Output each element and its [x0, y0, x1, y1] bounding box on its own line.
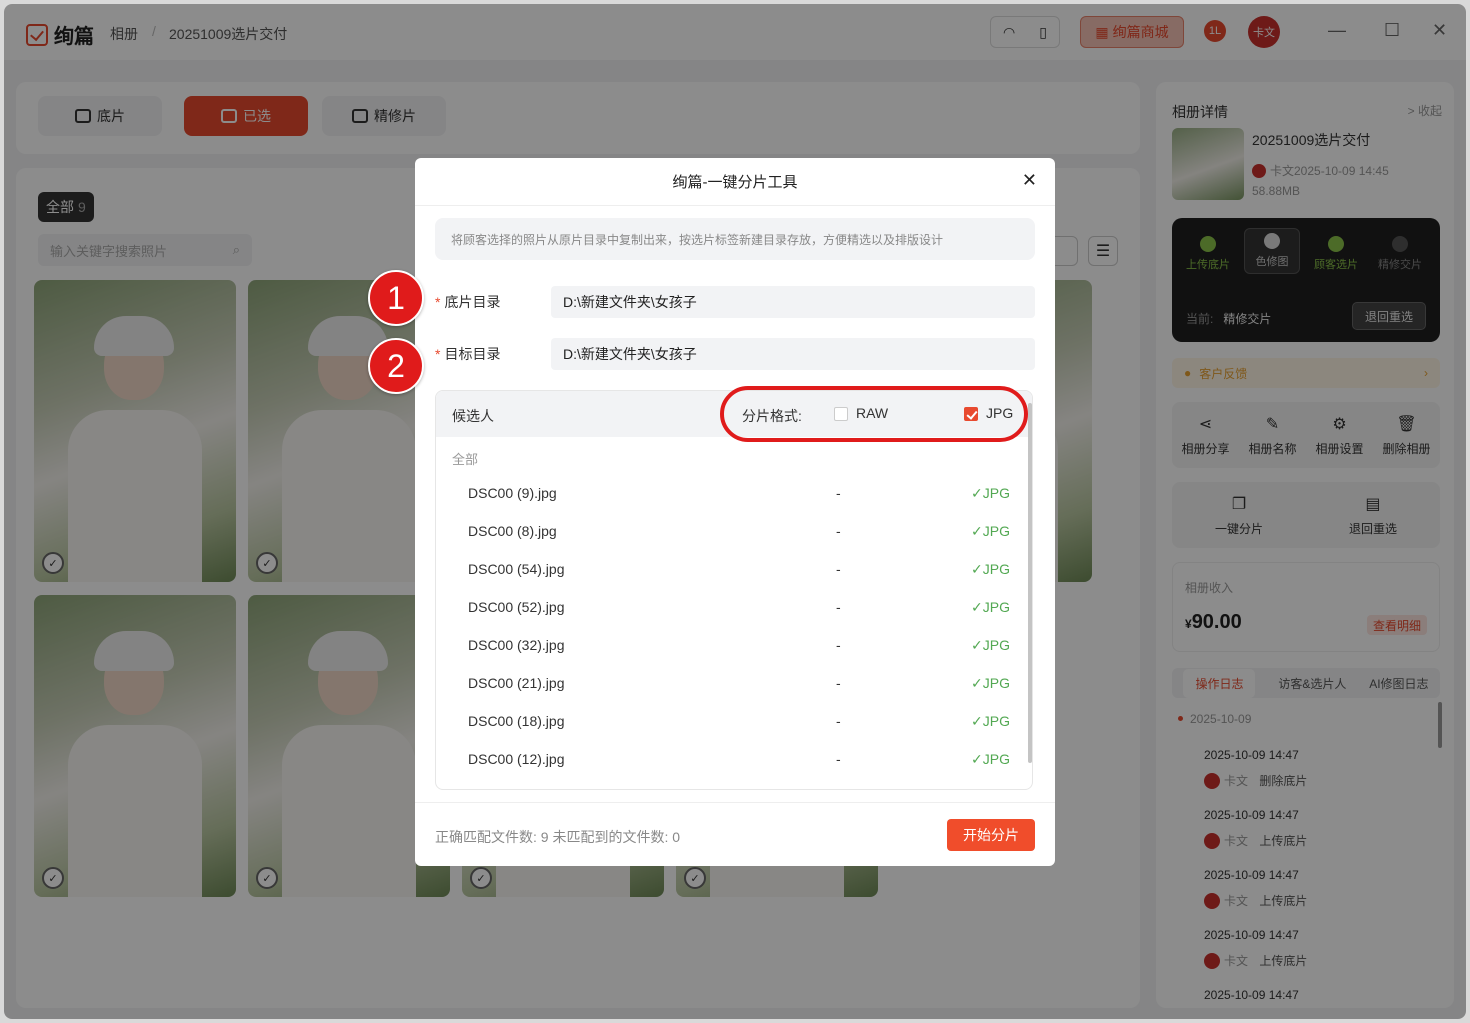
- target-dir-input[interactable]: D:\新建文件夹\女孩子: [551, 338, 1035, 370]
- annotation-marker-1: 1: [368, 270, 424, 326]
- dialog-title: 绚篇-一键分片工具: [415, 158, 1055, 206]
- target-dir-label: * 目标目录: [435, 346, 501, 362]
- file-row: DSC00 (21).jpg - ✓JPG: [468, 675, 1010, 691]
- source-dir-input[interactable]: D:\新建文件夹\女孩子: [551, 286, 1035, 318]
- file-row: DSC00 (12).jpg - ✓JPG: [468, 751, 1010, 767]
- file-row: DSC00 (9).jpg - ✓JPG: [468, 485, 1010, 501]
- dialog-footer: 正确匹配文件数: 9 未匹配到的文件数: 0 开始分片: [415, 802, 1055, 866]
- file-row: DSC00 (32).jpg - ✓JPG: [468, 637, 1010, 653]
- file-row: DSC00 (8).jpg - ✓JPG: [468, 523, 1010, 539]
- close-icon[interactable]: ✕: [1022, 170, 1037, 191]
- file-row: DSC00 (52).jpg - ✓JPG: [468, 599, 1010, 615]
- target-dir-row: * 目标目录 D:\新建文件夹\女孩子: [435, 338, 1035, 370]
- file-row: DSC00 (54).jpg - ✓JPG: [468, 561, 1010, 577]
- panel-scrollbar[interactable]: [1028, 403, 1032, 763]
- match-summary: 正确匹配文件数: 9 未匹配到的文件数: 0: [435, 829, 681, 845]
- annotation-ring: [720, 386, 1028, 442]
- start-split-button[interactable]: 开始分片: [947, 819, 1035, 851]
- annotation-marker-2: 2: [368, 338, 424, 394]
- candidate-label: 候选人: [452, 408, 494, 424]
- dialog-tip: 将顾客选择的照片从原片目录中复制出来，按选片标签新建目录存放，方便精选以及排版设…: [435, 218, 1035, 260]
- source-dir-row: * 底片目录 D:\新建文件夹\女孩子: [435, 286, 1035, 318]
- candidate-panel: 候选人 分片格式: RAW JPG 全部 DSC00 (9).jpg - ✓JPG …: [435, 390, 1033, 790]
- split-tool-dialog: 绚篇-一键分片工具 ✕ 将顾客选择的照片从原片目录中复制出来，按选片标签新建目录…: [415, 158, 1055, 866]
- file-row: DSC00 (18).jpg - ✓JPG: [468, 713, 1010, 729]
- group-all-label: 全部: [452, 452, 479, 467]
- source-dir-label: * 底片目录: [435, 294, 501, 310]
